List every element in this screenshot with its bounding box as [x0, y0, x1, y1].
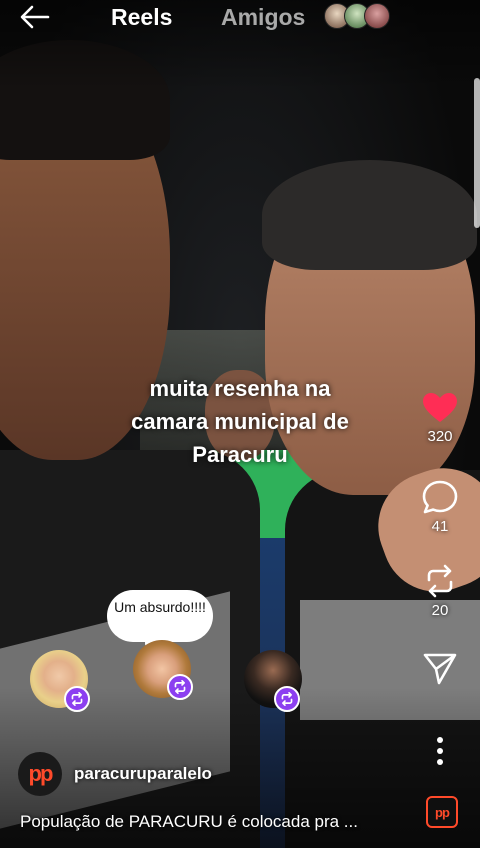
account-avatar[interactable]: pp: [18, 752, 62, 796]
back-button[interactable]: [18, 4, 52, 30]
scrollbar[interactable]: [474, 78, 480, 228]
video-caption-overlay: muita resenha na camara municipal de Par…: [100, 372, 380, 471]
account-row[interactable]: pp paracuruparalelo: [18, 752, 212, 796]
right-person-hair: [262, 160, 477, 270]
repost-badge: [274, 686, 300, 712]
more-vertical-icon: [437, 737, 443, 765]
audio-thumb-text: pp: [435, 804, 450, 820]
share-button[interactable]: [400, 652, 480, 686]
caption-line: camara municipal de: [131, 409, 349, 434]
comment-bubble[interactable]: Um absurdo!!!!: [107, 590, 213, 657]
caption-line: Paracuru: [192, 442, 288, 467]
caption-line: muita resenha na: [149, 376, 331, 401]
account-logo-text: pp: [28, 761, 54, 786]
repost-icon: [71, 692, 83, 706]
heart-icon: [423, 393, 457, 422]
more-button[interactable]: [400, 736, 480, 766]
audio-thumbnail[interactable]: pp: [426, 796, 458, 828]
comment-bubble-text: Um absurdo!!!!: [114, 599, 206, 615]
arrow-left-icon: [20, 5, 50, 29]
account-username[interactable]: paracuruparalelo: [74, 764, 212, 784]
repost-badge: [64, 686, 90, 712]
repost-icon: [427, 564, 453, 598]
repost-badge: [167, 674, 193, 700]
remix-button[interactable]: 20: [400, 564, 480, 619]
friend-avatar: [364, 3, 390, 29]
comment-button[interactable]: 41: [400, 480, 480, 535]
repost-icon: [281, 692, 293, 706]
tab-amigos[interactable]: Amigos: [221, 4, 305, 31]
remix-count: 20: [431, 602, 449, 619]
top-bar: Reels Amigos: [0, 0, 480, 36]
reel-description[interactable]: População de PARACURU é colocada pra ...: [20, 812, 420, 832]
like-button[interactable]: 320: [400, 392, 480, 445]
send-icon: [423, 653, 457, 685]
friends-avatars[interactable]: [324, 3, 394, 29]
like-count: 320: [427, 428, 453, 445]
comment-icon: [422, 480, 458, 514]
tab-reels[interactable]: Reels: [111, 4, 172, 31]
repost-icon: [174, 680, 186, 694]
comment-count: 41: [431, 518, 449, 535]
